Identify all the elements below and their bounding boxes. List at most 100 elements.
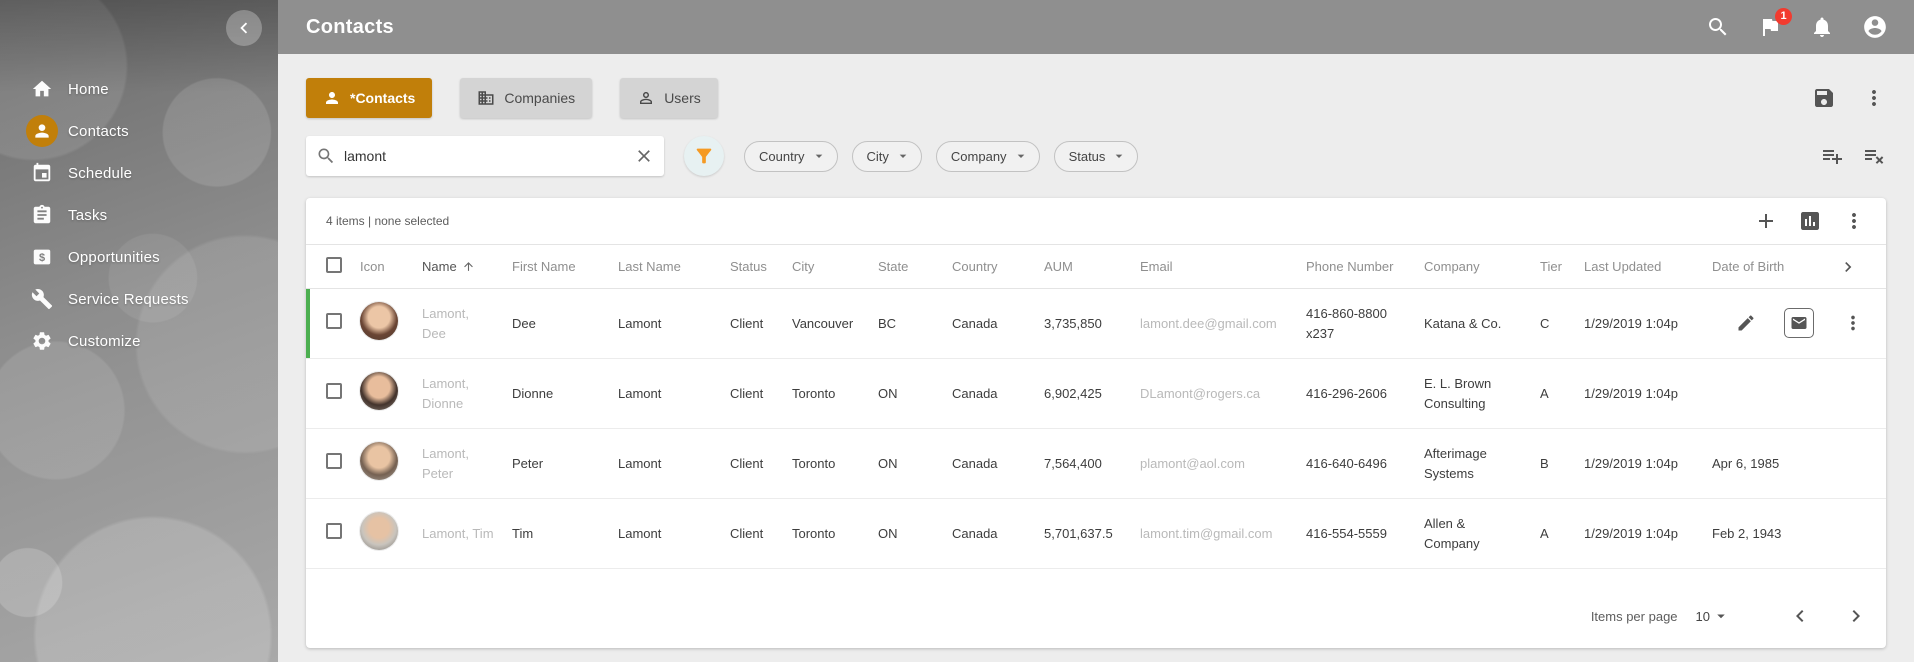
flags-button[interactable]: 1 xyxy=(1758,14,1784,40)
caret-down-icon xyxy=(1013,148,1029,164)
avatar xyxy=(360,302,398,340)
filter-bar: Country City Company Status xyxy=(306,136,1886,176)
gear-icon xyxy=(26,325,58,357)
grid-menu-button[interactable] xyxy=(1842,209,1866,233)
tab-users[interactable]: Users xyxy=(620,78,718,118)
sort-asc-icon xyxy=(462,260,475,273)
cell-state: ON xyxy=(870,499,944,569)
column-header-aum[interactable]: AUM xyxy=(1036,245,1132,289)
filter-chip-city[interactable]: City xyxy=(852,141,922,172)
cell-company: Allen & Company xyxy=(1416,499,1532,569)
search-input[interactable] xyxy=(344,148,626,164)
multi-sort-clear-button[interactable] xyxy=(1862,144,1886,168)
cell-city: Vancouver xyxy=(784,289,870,359)
save-view-button[interactable] xyxy=(1812,86,1836,110)
sidebar-item-label: Customize xyxy=(68,333,141,350)
table-row[interactable]: Lamont, Dionne Dionne Lamont Client Toro… xyxy=(306,359,1886,429)
sidebar-collapse-button[interactable] xyxy=(226,10,262,46)
column-header-email[interactable]: Email xyxy=(1132,245,1298,289)
notifications-button[interactable] xyxy=(1810,14,1836,40)
next-page-button[interactable] xyxy=(1844,604,1868,628)
previous-page-button[interactable] xyxy=(1788,604,1812,628)
main-content: *Contacts Companies Users xyxy=(278,54,1914,662)
person-outline-icon xyxy=(637,89,655,107)
calendar-icon xyxy=(26,157,58,189)
cell-tier: A xyxy=(1532,499,1576,569)
multi-sort-add-button[interactable] xyxy=(1820,144,1844,168)
column-header-icon[interactable]: Icon xyxy=(352,245,414,289)
sidebar-nav: Home Contacts Schedule Tasks $ Opportuni… xyxy=(0,68,278,362)
email-row-button[interactable] xyxy=(1784,308,1814,338)
save-icon xyxy=(1812,86,1836,110)
row-checkbox[interactable] xyxy=(326,523,342,539)
column-header-first-name[interactable]: First Name xyxy=(504,245,610,289)
edit-row-button[interactable] xyxy=(1736,313,1756,333)
sidebar-item-customize[interactable]: Customize xyxy=(0,320,278,362)
sidebar-item-home[interactable]: Home xyxy=(0,68,278,110)
column-header-tier[interactable]: Tier xyxy=(1532,245,1576,289)
table-row[interactable]: Lamont, Dee Dee Lamont Client Vancouver … xyxy=(306,289,1886,359)
tab-companies[interactable]: Companies xyxy=(460,78,592,118)
column-header-date-of-birth[interactable]: Date of Birth xyxy=(1704,245,1810,289)
table-row[interactable]: Lamont, Peter Peter Lamont Client Toront… xyxy=(306,429,1886,499)
chevron-right-icon xyxy=(1838,257,1858,277)
contacts-table: Icon Name First Name Last Name Status Ci… xyxy=(306,244,1886,569)
column-header-phone[interactable]: Phone Number xyxy=(1298,245,1416,289)
column-header-name[interactable]: Name xyxy=(414,245,504,289)
cell-email: DLamont@rogers.ca xyxy=(1132,359,1298,429)
notification-badge: 1 xyxy=(1775,8,1792,25)
avatar xyxy=(360,512,398,550)
cell-tier: C xyxy=(1532,289,1576,359)
column-header-city[interactable]: City xyxy=(784,245,870,289)
bell-icon xyxy=(1810,15,1834,39)
cell-phone: 416-860-8800 x237 xyxy=(1298,289,1416,359)
row-checkbox[interactable] xyxy=(326,313,342,329)
sidebar-item-contacts[interactable]: Contacts xyxy=(0,110,278,152)
column-header-last-updated[interactable]: Last Updated xyxy=(1576,245,1704,289)
tab-label: Companies xyxy=(504,90,575,106)
table-row[interactable]: Lamont, Tim Tim Lamont Client Toronto ON… xyxy=(306,499,1886,569)
select-all-checkbox[interactable] xyxy=(326,257,342,273)
cell-name: Lamont, Dionne xyxy=(414,359,504,429)
column-header-state[interactable]: State xyxy=(870,245,944,289)
row-checkbox[interactable] xyxy=(326,383,342,399)
cell-email: lamont.tim@gmail.com xyxy=(1132,499,1298,569)
sidebar-item-schedule[interactable]: Schedule xyxy=(0,152,278,194)
chip-label: Country xyxy=(759,149,805,164)
column-header-company[interactable]: Company xyxy=(1416,245,1532,289)
search-button[interactable] xyxy=(1706,14,1732,40)
row-hover-actions xyxy=(1676,302,1886,344)
sidebar-item-service-requests[interactable]: Service Requests xyxy=(0,278,278,320)
filter-chip-company[interactable]: Company xyxy=(936,141,1040,172)
cell-aum: 7,564,400 xyxy=(1036,429,1132,499)
scroll-columns-right-button[interactable] xyxy=(1838,257,1858,277)
view-menu-button[interactable] xyxy=(1862,86,1886,110)
column-header-status[interactable]: Status xyxy=(722,245,784,289)
chart-view-button[interactable] xyxy=(1798,209,1822,233)
column-header-country[interactable]: Country xyxy=(944,245,1036,289)
cell-status: Client xyxy=(722,359,784,429)
sidebar-item-tasks[interactable]: Tasks xyxy=(0,194,278,236)
wrench-icon xyxy=(26,283,58,315)
cell-phone: 416-554-5559 xyxy=(1298,499,1416,569)
pencil-icon xyxy=(1736,313,1756,333)
account-button[interactable] xyxy=(1862,14,1888,40)
cell-last-name: Lamont xyxy=(610,359,722,429)
row-checkbox[interactable] xyxy=(326,453,342,469)
sidebar-item-label: Schedule xyxy=(68,165,132,182)
table-header-row: Icon Name First Name Last Name Status Ci… xyxy=(306,245,1886,289)
filter-chip-country[interactable]: Country xyxy=(744,141,838,172)
row-menu-button[interactable] xyxy=(1842,312,1864,334)
tab-label: *Contacts xyxy=(350,90,415,106)
envelope-icon xyxy=(1790,314,1808,332)
cell-city: Toronto xyxy=(784,499,870,569)
filter-funnel-button[interactable] xyxy=(684,136,724,176)
filter-chip-status[interactable]: Status xyxy=(1054,141,1139,172)
clear-search-button[interactable] xyxy=(634,146,654,166)
cell-country: Canada xyxy=(944,429,1036,499)
column-header-last-name[interactable]: Last Name xyxy=(610,245,722,289)
tab-contacts[interactable]: *Contacts xyxy=(306,78,432,118)
sidebar-item-opportunities[interactable]: $ Opportunities xyxy=(0,236,278,278)
page-size-select[interactable]: 10 xyxy=(1696,607,1730,625)
add-record-button[interactable] xyxy=(1754,209,1778,233)
